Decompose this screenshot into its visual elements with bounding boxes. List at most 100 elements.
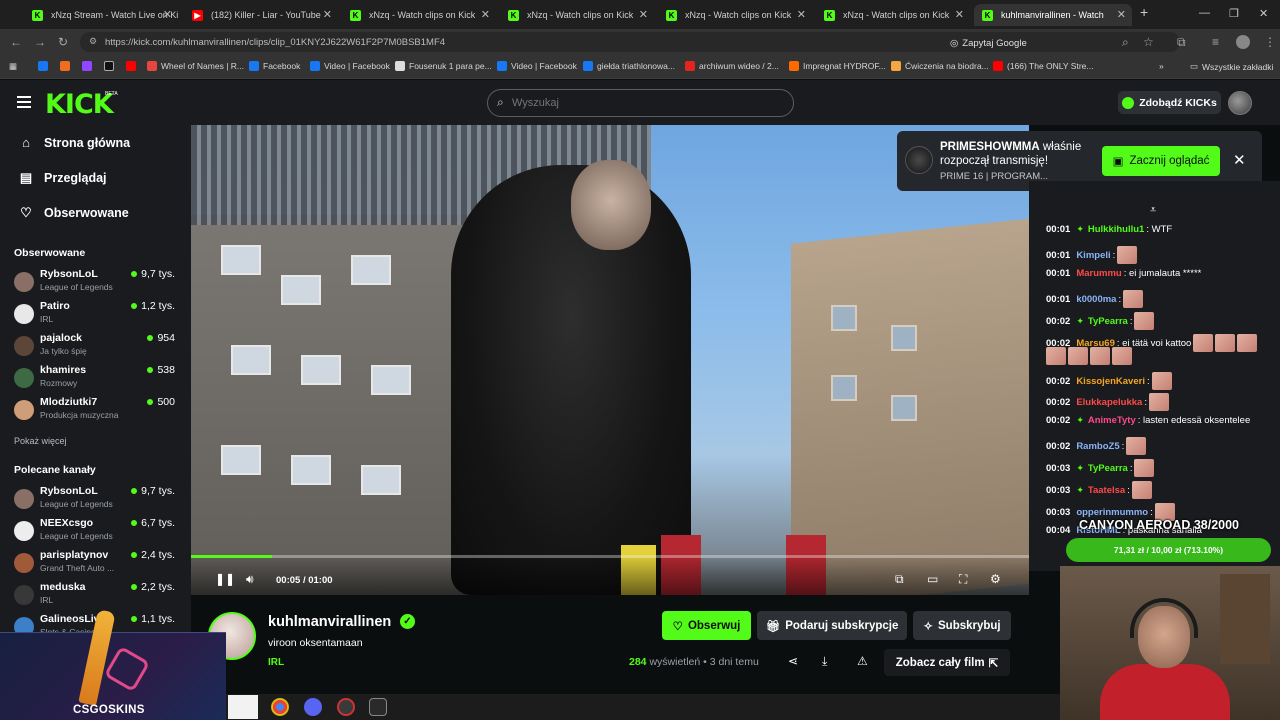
gift-subs-button[interactable]: 🎁︎ Podaruj subskrypcje <box>757 611 907 640</box>
youtube-bookmark-icon[interactable] <box>126 61 136 71</box>
bookmark-item[interactable]: Facebook <box>249 61 300 71</box>
fullscreen-icon[interactable]: ⛶ <box>959 572 967 587</box>
terminal-taskbar-icon[interactable] <box>369 698 387 716</box>
chrome-taskbar-icon[interactable] <box>271 698 289 716</box>
settings-gear-icon[interactable]: ⚙ <box>990 572 1001 586</box>
chat-username[interactable]: AnimeTyty <box>1088 415 1136 426</box>
restore-icon[interactable]: ❐ <box>1229 7 1239 20</box>
chat-username[interactable]: opperinmummo <box>1076 507 1148 518</box>
taskbar-window-preview[interactable] <box>228 695 258 719</box>
apps-grid-icon[interactable]: ▦ <box>9 61 17 72</box>
forward-icon[interactable]: → <box>34 35 46 49</box>
subscribe-button[interactable]: ✧ Subskrybuj <box>913 611 1011 640</box>
menu-dots-icon[interactable]: ⋮ <box>1264 35 1276 49</box>
category-link[interactable]: IRL <box>268 657 284 668</box>
browser-tab[interactable]: K xNzq - Watch clips on Kick ✕ <box>342 4 496 26</box>
zoom-icon[interactable]: ⌕ <box>1122 35 1129 50</box>
followed-channel[interactable]: Patiro IRL 1,2 tys. <box>14 300 182 330</box>
extensions-icon[interactable]: ⧉ <box>1177 35 1186 50</box>
picture-in-picture-icon[interactable]: ⧉ <box>895 572 904 587</box>
followed-channel[interactable]: khamires Rozmowy 538 <box>14 364 182 394</box>
close-window-icon[interactable]: ✕ <box>1259 7 1268 20</box>
tab-close-icon[interactable]: ✕ <box>1117 8 1126 21</box>
sidebar-item-browse[interactable]: ▤ Przeglądaj <box>18 170 107 186</box>
reload-icon[interactable]: ↻ <box>58 35 68 49</box>
start-watching-button[interactable]: ▣ Zacznij oglądać <box>1102 146 1220 176</box>
x-bookmark-icon[interactable] <box>104 61 114 71</box>
bookmark-icon[interactable] <box>60 61 70 71</box>
bookmark-item[interactable]: Fousenuk 1 para pe... <box>395 61 492 71</box>
bookmark-item[interactable]: Wheel of Names | R... <box>147 61 244 71</box>
browser-tab[interactable]: K xNzq - Watch clips on Kick ✕ <box>816 4 970 26</box>
close-icon[interactable]: ✕ <box>1233 151 1246 169</box>
search-box[interactable]: ⌕ <box>487 89 794 117</box>
tab-close-icon[interactable]: ✕ <box>163 8 172 21</box>
chat-username[interactable]: Taatelsa <box>1088 485 1125 496</box>
twitch-bookmark-icon[interactable] <box>82 61 92 71</box>
kick-logo[interactable]: KICK <box>45 89 114 120</box>
chat-username[interactable]: Hulkkihullu1 <box>1088 224 1144 235</box>
chat-username[interactable]: Marummu <box>1076 268 1121 279</box>
recommended-channel[interactable]: meduska IRL 2,2 tys. <box>14 581 182 611</box>
chat-username[interactable]: Kimpeli <box>1076 250 1110 261</box>
tab-close-icon[interactable]: ✕ <box>323 8 332 21</box>
back-icon[interactable]: ← <box>10 35 22 49</box>
user-avatar[interactable] <box>1228 91 1252 115</box>
followed-channel[interactable]: Mlodziutki7 Produkcja muzyczna 500 <box>14 396 182 426</box>
bookmark-item[interactable]: archiwum wideo / 2... <box>685 61 779 71</box>
bookmark-star-icon[interactable]: ☆ <box>1143 35 1154 49</box>
share-icon[interactable]: ⋖ <box>788 654 798 668</box>
followed-channel[interactable]: pajalock Ja tylko śpię 954 <box>14 332 182 362</box>
show-more-link[interactable]: Pokaż więcej <box>14 436 67 446</box>
discord-taskbar-icon[interactable] <box>304 698 322 716</box>
follow-button[interactable]: ♡ Obserwuj <box>662 611 751 640</box>
ask-google-button[interactable]: ◎ Zapytaj Google <box>950 36 1027 50</box>
bookmark-item[interactable]: Video | Facebook <box>310 61 390 71</box>
chat-username[interactable]: TyPearra <box>1088 316 1128 327</box>
browser-tab-active[interactable]: K kuhlmanvirallinen - Watch ✕ <box>974 4 1132 26</box>
obs-taskbar-icon[interactable] <box>337 698 355 716</box>
sidebar-item-following[interactable]: ♡ Obserwowane <box>18 205 129 221</box>
profile-avatar[interactable] <box>1236 35 1250 49</box>
bookmark-item[interactable]: Ćwiczenia na biodra... <box>891 61 989 71</box>
menu-hamburger-icon[interactable] <box>17 96 31 108</box>
tab-close-icon[interactable]: ✕ <box>955 8 964 21</box>
browser-tab[interactable]: ▶ (182) Killer - Liar - YouTube ✕ <box>184 4 338 26</box>
more-bookmarks-icon[interactable]: » <box>1159 61 1164 71</box>
bookmark-item[interactable]: Video | Facebook <box>497 61 577 71</box>
all-bookmarks-folder[interactable]: ▭ Wszystkie zakładki <box>1190 61 1273 72</box>
sidebar-item-home[interactable]: ⌂ Strona główna <box>18 135 130 150</box>
download-icon[interactable]: ⤓ <box>822 654 827 669</box>
pause-icon[interactable]: ❚❚ <box>215 572 235 586</box>
volume-icon[interactable]: 🔊︎ <box>246 572 254 587</box>
channel-name[interactable]: kuhlmanvirallinen <box>268 614 391 630</box>
search-input[interactable] <box>512 97 772 109</box>
chat-username[interactable]: k0000ma <box>1076 294 1116 305</box>
report-icon[interactable]: ⚠ <box>857 654 868 668</box>
recommended-channel[interactable]: RybsonLoL League of Legends 9,7 tys. <box>14 485 182 515</box>
chat-username[interactable]: KissojenKaveri <box>1076 376 1145 387</box>
bookmark-item[interactable]: (166) The ONLY Stre... <box>993 61 1093 71</box>
video-player[interactable] <box>191 125 1029 595</box>
chat-username[interactable]: TyPearra <box>1088 463 1128 474</box>
watch-full-video-button[interactable]: Zobacz cały film ⇱ <box>884 649 1010 676</box>
browser-tab[interactable]: K xNzq - Watch clips on Kick ✕ <box>658 4 812 26</box>
tab-close-icon[interactable]: ✕ <box>481 8 490 21</box>
tab-close-icon[interactable]: ✕ <box>639 8 648 21</box>
bookmark-item[interactable]: Impregnat HYDROF... <box>789 61 886 71</box>
recommended-channel[interactable]: parisplatynov Grand Theft Auto ... 2,4 tys… <box>14 549 182 579</box>
new-tab-icon[interactable]: + <box>1140 4 1148 20</box>
followed-channel[interactable]: RybsonLoL League of Legends 9,7 tys. <box>14 268 182 298</box>
get-kicks-button[interactable]: Zdobądź KICKs <box>1118 91 1221 114</box>
browser-tab[interactable]: K xNzq Stream - Watch Live on Kick ✕ <box>24 4 178 26</box>
media-icon[interactable]: ≡ <box>1212 35 1219 49</box>
minimize-icon[interactable]: — <box>1199 7 1210 19</box>
chat-username[interactable]: Elukkapelukka <box>1076 397 1142 408</box>
chat-username[interactable]: RamboZ5 <box>1076 441 1119 452</box>
browser-tab[interactable]: K xNzq - Watch clips on Kick ✕ <box>500 4 654 26</box>
tab-close-icon[interactable]: ✕ <box>797 8 806 21</box>
recommended-channel[interactable]: NEEXcsgo League of Legends 6,7 tys. <box>14 517 182 547</box>
bookmark-item[interactable]: giełda triathlonowa... <box>583 61 675 71</box>
progress-bar[interactable] <box>191 555 1029 558</box>
chat-filter-icon[interactable]: ⩡ <box>1150 204 1156 217</box>
